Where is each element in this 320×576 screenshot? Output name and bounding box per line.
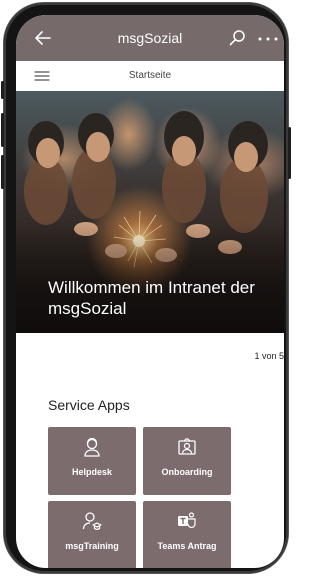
app-bar: msgSozial [16, 15, 284, 61]
hero-title: Willkommen im Intranet der msgSozial [48, 278, 255, 318]
volume-up-button [1, 113, 4, 147]
power-button [288, 127, 291, 179]
carousel-pager: 1 von 5 [254, 351, 284, 361]
phone-frame: msgSozial Startseite Willkommen im Intra… [1, 3, 291, 573]
tile-onboarding[interactable]: Onboarding [143, 427, 231, 495]
site-nav-bar: Startseite [16, 61, 284, 92]
tile-label-onboarding: Onboarding [161, 467, 213, 477]
tile-msgtraining[interactable]: msgTraining [48, 501, 136, 568]
onboarding-image-person-icon [178, 438, 196, 455]
nav-title: Startseite [128, 70, 172, 81]
tile-label-helpdesk: Helpdesk [71, 467, 113, 477]
tile-teams-antrag[interactable]: Teams Antrag [143, 501, 231, 568]
search-icon[interactable] [228, 29, 246, 47]
volume-down-button [1, 155, 4, 189]
silent-switch [1, 81, 4, 99]
more-horizontal-icon[interactable] [258, 37, 278, 41]
tile-label-teams-antrag: Teams Antrag [157, 541, 217, 551]
tile-helpdesk[interactable]: Helpdesk [48, 427, 136, 495]
helpdesk-headset-icon [84, 437, 100, 457]
hero-banner[interactable]: Willkommen im Intranet der msgSozial [16, 91, 284, 333]
app-screen: msgSozial Startseite Willkommen im Intra… [16, 15, 284, 568]
tile-label-msgtraining: msgTraining [65, 541, 119, 551]
training-person-cap-icon [82, 512, 102, 530]
teams-icon [178, 512, 196, 529]
service-apps-heading: Service Apps [48, 397, 130, 413]
